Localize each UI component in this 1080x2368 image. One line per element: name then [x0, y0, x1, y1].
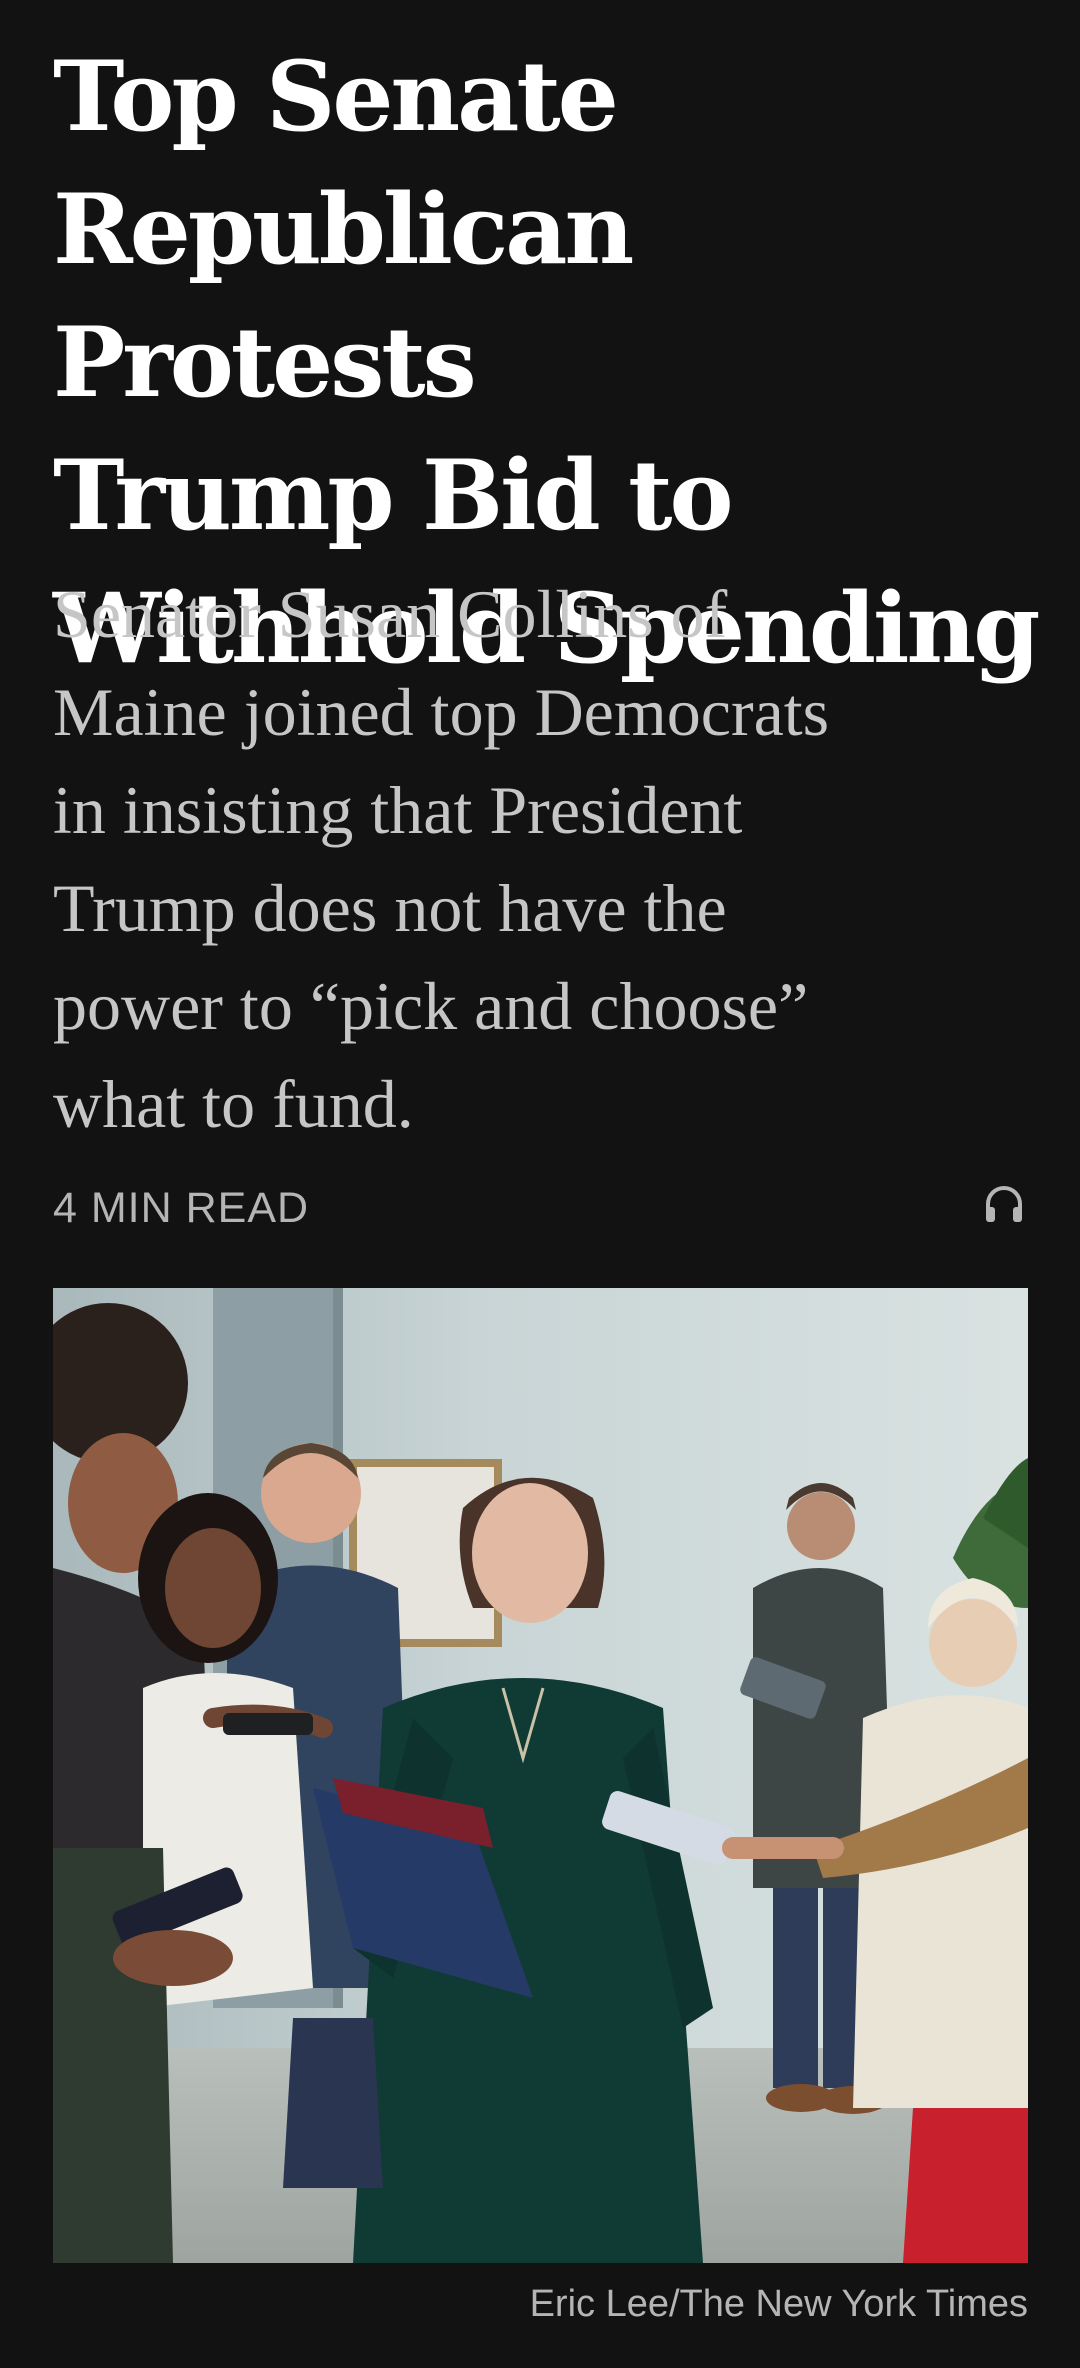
- article-view: Top Senate Republican Protests Trump Bid…: [0, 0, 1080, 2368]
- summary-line: in insisting that President: [53, 772, 743, 848]
- headline-line: Top Senate: [53, 40, 619, 153]
- summary-line: power to “pick and choose”: [53, 968, 809, 1044]
- listen-button[interactable]: [980, 1180, 1028, 1228]
- photo-credit: Eric Lee/The New York Times: [529, 2283, 1028, 2325]
- headline-line: Trump Bid to: [53, 439, 733, 552]
- summary-line: Trump does not have the: [53, 870, 727, 946]
- article-meta-row: 4 MIN READ: [53, 1180, 1028, 1250]
- headphones-icon: [986, 1186, 1022, 1222]
- article-photo[interactable]: [53, 1288, 1028, 2263]
- summary-line: what to fund.: [53, 1066, 414, 1142]
- article-summary: Senator Susan Collins of Maine joined to…: [53, 565, 1043, 1153]
- photo-illustration: [53, 1288, 1028, 2263]
- read-time-label: 4 MIN READ: [53, 1184, 310, 1232]
- headline-line: Republican Protests: [53, 173, 634, 419]
- summary-line: Senator Susan Collins of: [53, 576, 728, 652]
- summary-line: Maine joined top Democrats: [53, 674, 830, 750]
